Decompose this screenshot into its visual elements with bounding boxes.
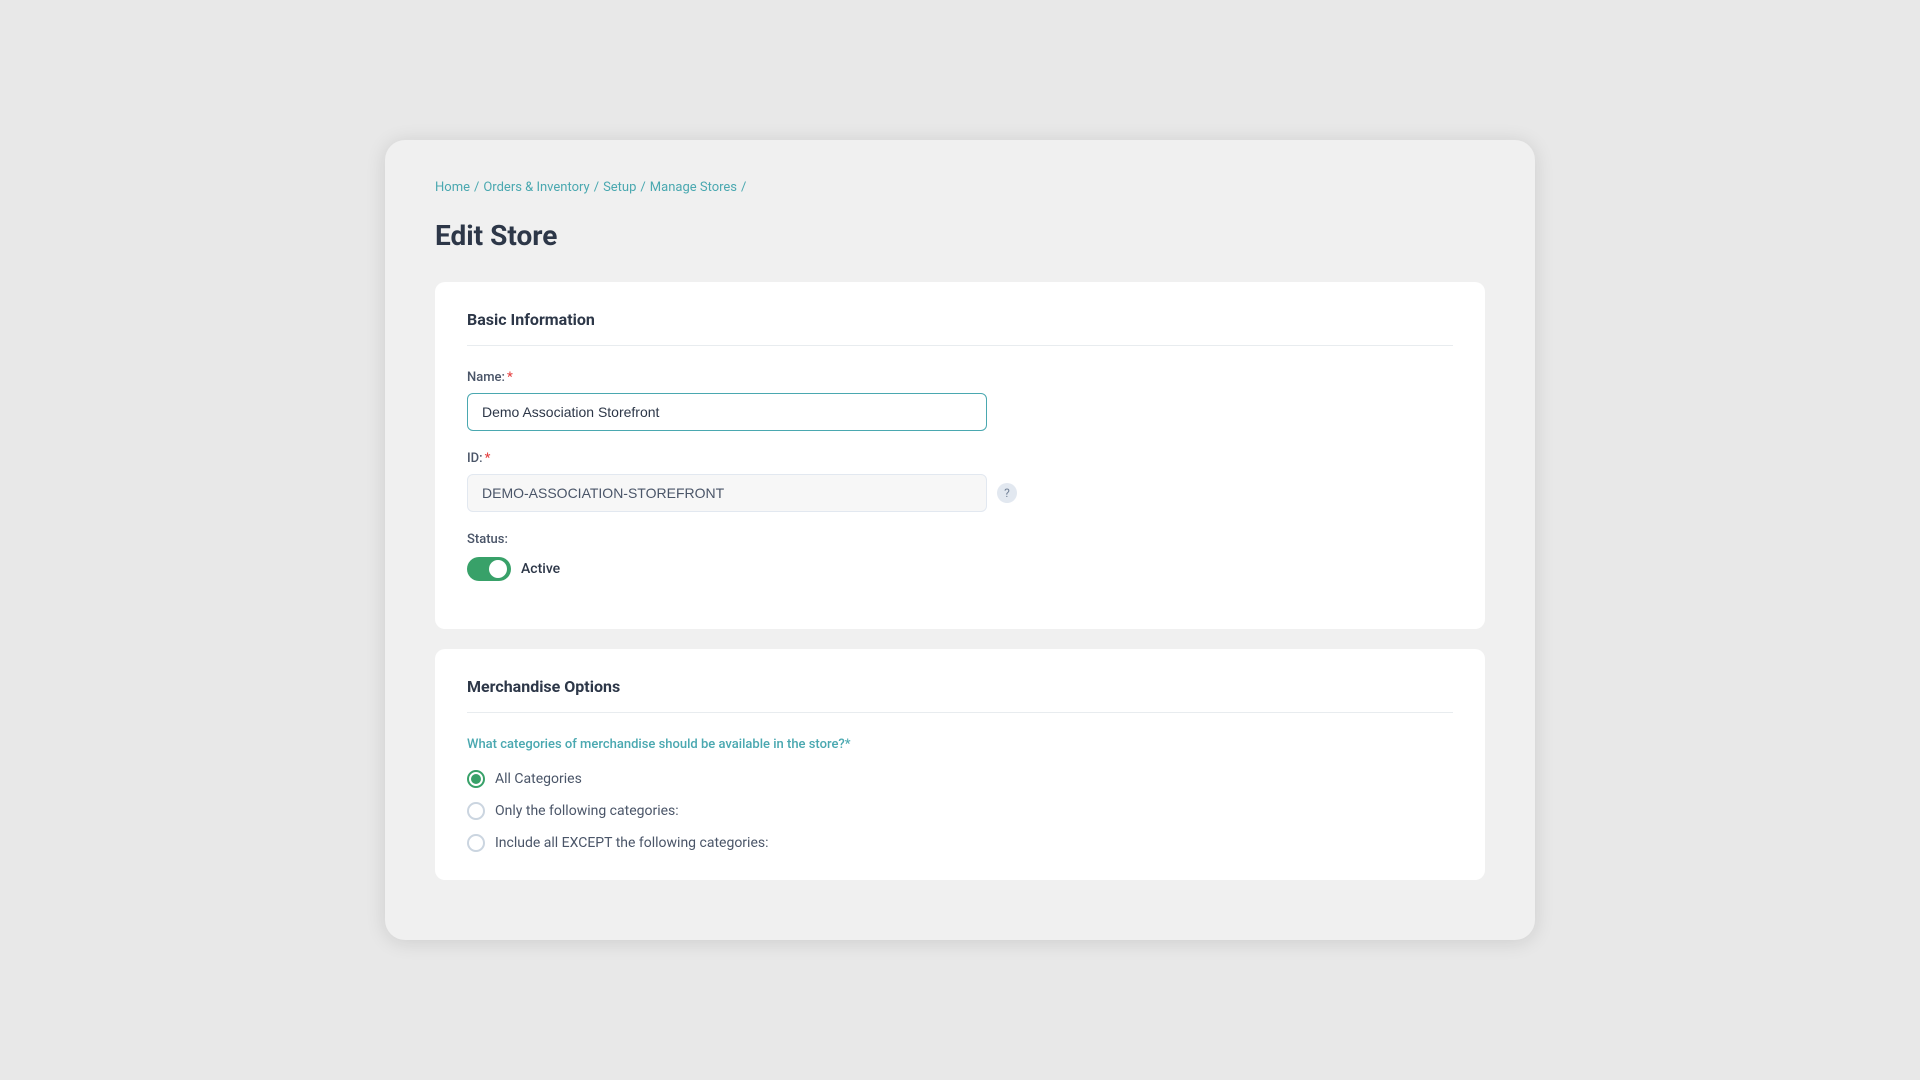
radio-circle-except [467, 834, 485, 852]
merchandise-radio-group: All Categories Only the following catego… [467, 770, 1453, 852]
radio-all-categories[interactable]: All Categories [467, 770, 1453, 788]
merchandise-question: What categories of merchandise should be… [467, 737, 1453, 752]
merchandise-options-title: Merchandise Options [467, 677, 1453, 713]
radio-only-categories[interactable]: Only the following categories: [467, 802, 1453, 820]
name-form-group: Name:* [467, 370, 1453, 431]
radio-label-except: Include all EXCEPT the following categor… [495, 835, 769, 851]
page-title: Edit Store [435, 219, 1485, 252]
breadcrumb: Home / Orders & Inventory / Setup / Mana… [435, 180, 1485, 195]
breadcrumb-home[interactable]: Home [435, 180, 470, 195]
status-row: Active [467, 557, 1453, 581]
breadcrumb-sep2: / [594, 180, 599, 195]
radio-circle-all [467, 770, 485, 788]
merchandise-options-card: Merchandise Options What categories of m… [435, 649, 1485, 880]
toggle-slider [467, 557, 511, 581]
name-label: Name:* [467, 370, 1453, 385]
basic-information-card: Basic Information Name:* ID:* ? Status: [435, 282, 1485, 629]
radio-label-all: All Categories [495, 771, 582, 787]
radio-except-categories[interactable]: Include all EXCEPT the following categor… [467, 834, 1453, 852]
id-input [467, 474, 987, 512]
name-input[interactable] [467, 393, 987, 431]
radio-label-only: Only the following categories: [495, 803, 679, 819]
breadcrumb-setup[interactable]: Setup [603, 180, 636, 195]
basic-information-title: Basic Information [467, 310, 1453, 346]
breadcrumb-sep1: / [474, 180, 479, 195]
id-row: ? [467, 474, 1453, 512]
status-toggle[interactable] [467, 557, 511, 581]
status-form-group: Status: Active [467, 532, 1453, 581]
id-form-group: ID:* ? [467, 451, 1453, 512]
radio-circle-only [467, 802, 485, 820]
breadcrumb-orders-inventory[interactable]: Orders & Inventory [483, 180, 589, 195]
id-label: ID:* [467, 451, 1453, 466]
breadcrumb-manage-stores[interactable]: Manage Stores [650, 180, 737, 195]
status-text: Active [521, 561, 560, 577]
breadcrumb-sep4: / [741, 180, 746, 195]
status-label: Status: [467, 532, 1453, 547]
breadcrumb-sep3: / [640, 180, 645, 195]
main-container: Home / Orders & Inventory / Setup / Mana… [385, 140, 1535, 940]
id-help-icon[interactable]: ? [997, 483, 1017, 503]
